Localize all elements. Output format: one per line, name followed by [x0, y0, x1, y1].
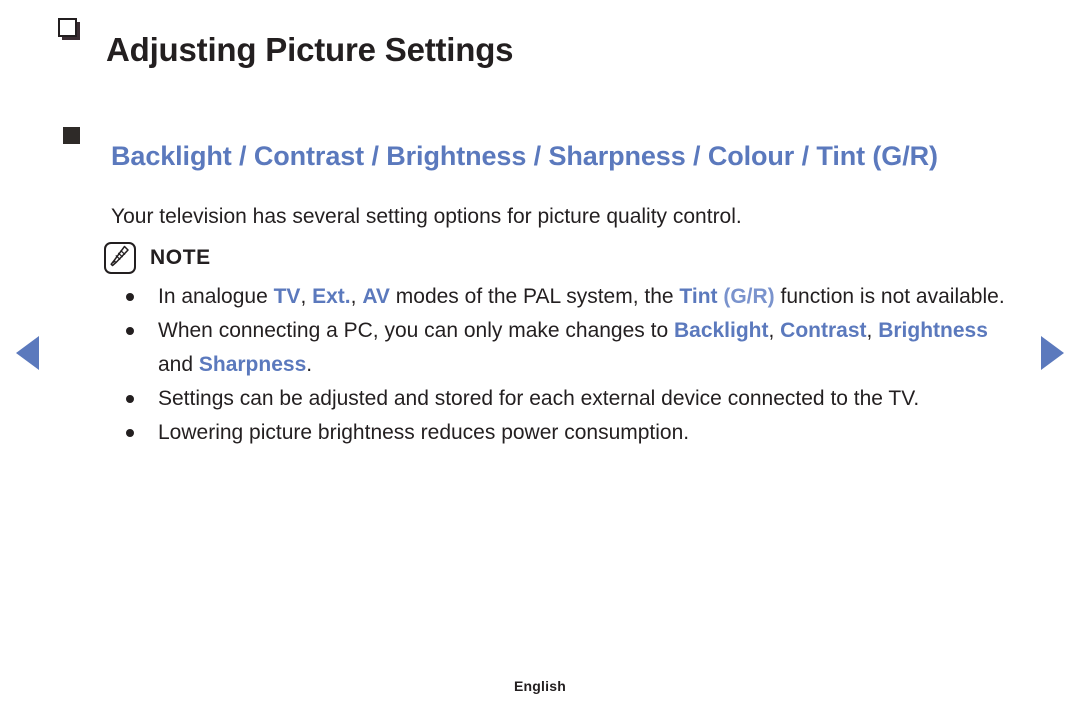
note-list: In analogue TV, Ext., AV modes of the PA… — [56, 280, 1024, 450]
note-text: , — [350, 285, 363, 309]
setting-keyword: Tint — [679, 285, 718, 309]
note-pen-icon — [104, 242, 136, 275]
setting-keyword: AV — [362, 285, 390, 309]
setting-keyword: Ext. — [312, 285, 351, 309]
next-page-arrow[interactable] — [1041, 336, 1064, 370]
note-text: and — [158, 353, 199, 377]
section-heading-row: Backlight / Contrast / Brightness / Shar… — [56, 115, 1024, 196]
note-list-item: When connecting a PC, you can only make … — [112, 314, 1024, 382]
note-label: NOTE — [150, 246, 211, 270]
note-text: Lowering picture brightness reduces powe… — [158, 421, 690, 445]
note-list-item: Lowering picture brightness reduces powe… — [112, 416, 1024, 450]
setting-keyword: Brightness — [878, 319, 988, 343]
setting-keyword: Contrast — [780, 319, 867, 343]
note-text: , — [866, 319, 879, 343]
note-text: , — [300, 285, 313, 309]
section-description: Your television has several setting opti… — [111, 205, 742, 229]
setting-keyword: Sharpness — [198, 353, 307, 377]
note-text: When connecting a PC, you can only make … — [158, 319, 674, 343]
setting-keyword: TV — [273, 285, 301, 309]
note-text: function is not available. — [774, 285, 1005, 309]
note-pen-icon-glyph — [110, 245, 129, 267]
page-content: Adjusting Picture Settings Backlight / C… — [56, 8, 1024, 450]
page-title: Adjusting Picture Settings — [106, 31, 514, 69]
note-header: NOTE — [56, 242, 1024, 275]
footer-language: English — [514, 678, 566, 694]
note-text: In analogue — [158, 285, 274, 309]
note-list-item: In analogue TV, Ext., AV modes of the PA… — [112, 280, 1024, 314]
note-text: Settings can be adjusted and stored for … — [158, 387, 920, 411]
note-text: . — [306, 353, 313, 377]
note-text: modes of the PAL system, the — [389, 285, 680, 309]
section-heading: Backlight / Contrast / Brightness / Shar… — [111, 140, 938, 171]
setting-keyword: Backlight — [673, 319, 769, 343]
page-title-row: Adjusting Picture Settings — [56, 8, 1024, 93]
manual-page: Adjusting Picture Settings Backlight / C… — [0, 0, 1080, 705]
previous-page-arrow[interactable] — [16, 336, 39, 370]
setting-keyword-secondary: (G/R) — [723, 285, 775, 309]
square-filled-icon — [63, 127, 80, 145]
note-text: , — [768, 319, 781, 343]
note-list-item: Settings can be adjusted and stored for … — [112, 382, 1024, 416]
square-3d-icon — [58, 18, 80, 40]
